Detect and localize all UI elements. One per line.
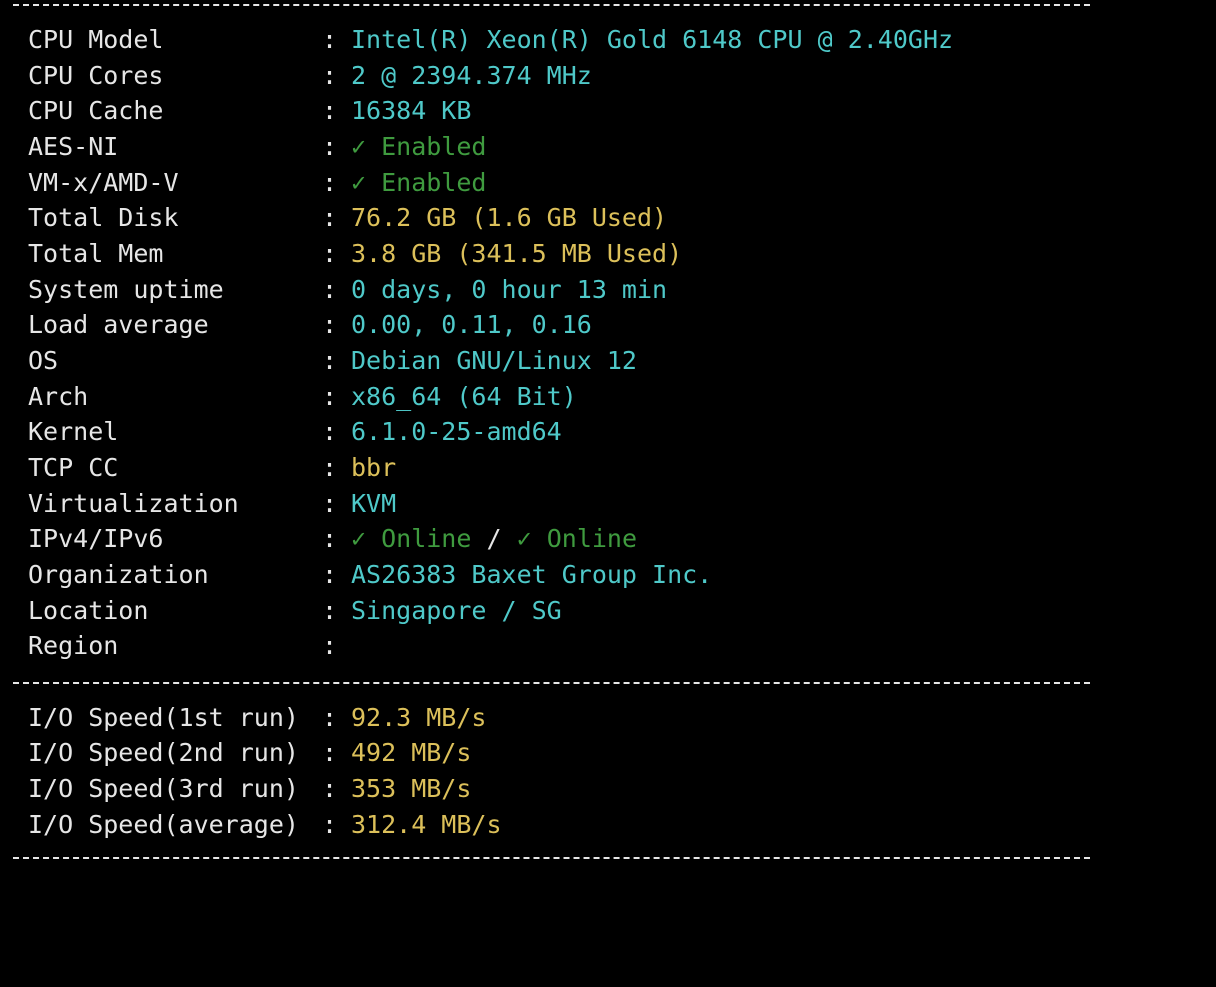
info-row-arch: Arch : x86_64 (64 Bit)	[28, 379, 577, 415]
info-row-organization: Organization : AS26383 Baxet Group Inc.	[28, 557, 712, 593]
row-value: 3.8 GB (341.5 MB Used)	[351, 239, 683, 268]
row-value: bbr	[351, 453, 397, 482]
row-label: I/O Speed(3rd run)	[28, 774, 299, 803]
io-row-average: I/O Speed(average) : 312.4 MB/s	[28, 807, 502, 843]
row-label: CPU Cache	[28, 96, 164, 125]
row-label: VM-x/AMD-V	[28, 168, 179, 197]
separator-top	[13, 4, 1090, 6]
row-value: 492 MB/s	[351, 738, 472, 767]
row-label: CPU Model	[28, 25, 164, 54]
row-value: x86_64 (64 Bit)	[351, 382, 577, 411]
row-label: System uptime	[28, 275, 224, 304]
row-colon: :	[322, 61, 338, 90]
row-label: Load average	[28, 310, 209, 339]
info-row-os: OS : Debian GNU/Linux 12	[28, 343, 637, 379]
row-value: 312.4 MB/s	[351, 810, 502, 839]
row-label: CPU Cores	[28, 61, 164, 90]
row-colon: :	[322, 774, 338, 803]
row-value: Intel(R) Xeon(R) Gold 6148 CPU @ 2.40GHz	[351, 25, 954, 54]
info-row-total-disk: Total Disk : 76.2 GB (1.6 GB Used)	[28, 200, 667, 236]
row-label: TCP CC	[28, 453, 119, 482]
ip-slash: /	[486, 524, 502, 553]
row-label: Total Disk	[28, 203, 179, 232]
info-row-cpu-cache: CPU Cache : 16384 KB	[28, 93, 471, 129]
row-value: 0.00, 0.11, 0.16	[351, 310, 592, 339]
row-value: Debian GNU/Linux 12	[351, 346, 637, 375]
row-label: Virtualization	[28, 489, 239, 518]
info-row-region: Region :	[28, 628, 337, 664]
info-row-total-mem: Total Mem : 3.8 GB (341.5 MB Used)	[28, 236, 682, 272]
row-colon: :	[322, 25, 338, 54]
row-colon: :	[322, 596, 338, 625]
row-label: Arch	[28, 382, 89, 411]
row-colon: :	[322, 275, 338, 304]
row-colon: :	[322, 382, 338, 411]
row-label: Location	[28, 596, 149, 625]
separator-middle	[13, 682, 1090, 684]
info-row-virtualization: Virtualization : KVM	[28, 486, 396, 522]
row-value: 16384 KB	[351, 96, 472, 125]
row-label: Kernel	[28, 417, 119, 446]
row-label: Organization	[28, 560, 209, 589]
io-row-1st-run: I/O Speed(1st run) : 92.3 MB/s	[28, 700, 486, 736]
row-colon: :	[322, 560, 338, 589]
row-value: 2 @ 2394.374 MHz	[351, 61, 592, 90]
row-value: AS26383 Baxet Group Inc.	[351, 560, 713, 589]
row-colon: :	[322, 310, 338, 339]
io-row-2nd-run: I/O Speed(2nd run) : 492 MB/s	[28, 735, 471, 771]
row-value: ✓ Enabled	[351, 168, 487, 197]
row-label: OS	[28, 346, 59, 375]
row-value: ✓ Enabled	[351, 132, 487, 161]
row-value: 76.2 GB (1.6 GB Used)	[351, 203, 668, 232]
info-row-cpu-model: CPU Model : Intel(R) Xeon(R) Gold 6148 C…	[28, 22, 953, 58]
ipv6-status: ✓ Online	[516, 524, 638, 553]
row-value: KVM	[351, 489, 397, 518]
row-colon: :	[322, 703, 338, 732]
info-row-cpu-cores: CPU Cores : 2 @ 2394.374 MHz	[28, 58, 592, 94]
terminal-output: CPU Model : Intel(R) Xeon(R) Gold 6148 C…	[0, 0, 1216, 864]
row-label: I/O Speed(2nd run)	[28, 738, 299, 767]
info-row-kernel: Kernel : 6.1.0-25-amd64	[28, 414, 562, 450]
row-colon: :	[322, 417, 338, 446]
row-label: Region	[28, 631, 119, 660]
row-label: I/O Speed(1st run)	[28, 703, 299, 732]
info-row-tcp-cc: TCP CC : bbr	[28, 450, 396, 486]
row-colon: :	[322, 738, 338, 767]
row-colon: :	[322, 631, 338, 660]
row-value: Singapore / SG	[351, 596, 562, 625]
separator-bottom	[13, 857, 1090, 859]
row-colon: :	[322, 453, 338, 482]
row-value: 0 days, 0 hour 13 min	[351, 275, 668, 304]
info-row-ipv4-ipv6: IPv4/IPv6 : ✓ Online / ✓ Online	[28, 521, 637, 557]
row-colon: :	[322, 239, 338, 268]
row-colon: :	[322, 132, 338, 161]
row-colon: :	[322, 489, 338, 518]
row-value: 92.3 MB/s	[351, 703, 487, 732]
info-row-aes-ni: AES-NI : ✓ Enabled	[28, 129, 486, 165]
row-value: ✓ Online / ✓ Online	[351, 521, 637, 557]
row-colon: :	[322, 203, 338, 232]
info-row-system-uptime: System uptime : 0 days, 0 hour 13 min	[28, 272, 667, 308]
row-colon: :	[322, 524, 338, 553]
row-label: I/O Speed(average)	[28, 810, 299, 839]
row-colon: :	[322, 810, 338, 839]
row-value: 6.1.0-25-amd64	[351, 417, 562, 446]
row-colon: :	[322, 168, 338, 197]
row-label: AES-NI	[28, 132, 119, 161]
ipv4-status: ✓ Online	[351, 524, 472, 553]
info-row-vm-x: VM-x/AMD-V : ✓ Enabled	[28, 165, 486, 201]
row-colon: :	[322, 96, 338, 125]
info-row-location: Location : Singapore / SG	[28, 593, 562, 629]
info-row-load-average: Load average : 0.00, 0.11, 0.16	[28, 307, 592, 343]
row-colon: :	[322, 346, 338, 375]
row-value: 353 MB/s	[351, 774, 472, 803]
row-label: Total Mem	[28, 239, 164, 268]
io-row-3rd-run: I/O Speed(3rd run) : 353 MB/s	[28, 771, 471, 807]
row-label: IPv4/IPv6	[28, 524, 164, 553]
